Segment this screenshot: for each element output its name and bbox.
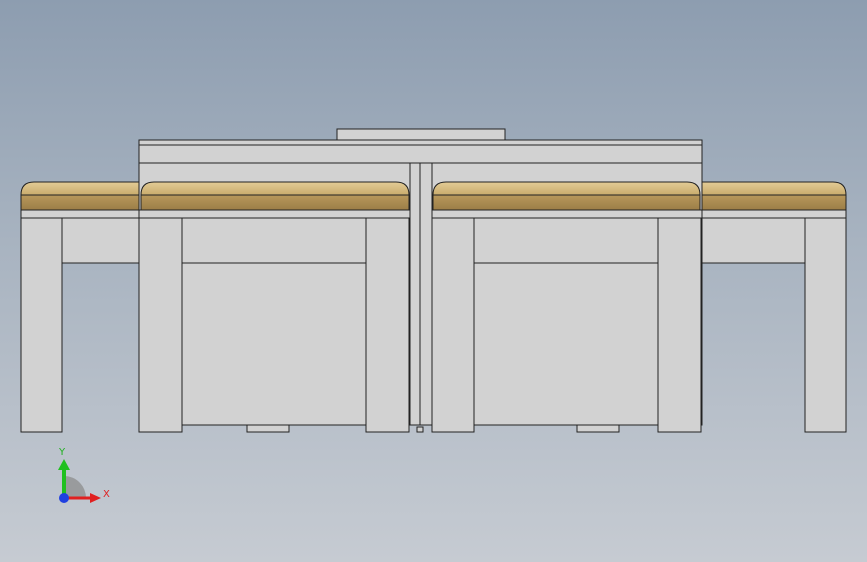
- left-cabinet-apron: [138, 209, 411, 219]
- right-stool-leg-outer: [804, 217, 847, 433]
- right-cabinet-rail: [473, 217, 659, 264]
- left-stool-leg-outer: [20, 217, 63, 433]
- right-stool-rail: [701, 217, 806, 264]
- center-divider-post: [409, 162, 433, 426]
- left-cabinet-foot: [246, 424, 290, 433]
- left-cabinet-leg-left: [138, 217, 183, 433]
- center-top-slab[interactable]: [138, 139, 703, 146]
- right-cabinet-apron: [431, 209, 703, 219]
- center-divider[interactable]: [409, 162, 433, 433]
- right-stool-cushion[interactable]: [701, 181, 847, 196]
- left-stool-cushion[interactable]: [20, 181, 140, 196]
- triad-y-label: Y: [58, 447, 66, 458]
- right-cabinet-leg-right: [657, 217, 702, 433]
- triad-z-dot-icon: [59, 493, 69, 503]
- left-stool[interactable]: [20, 209, 140, 433]
- right-cabinet-leg-left: [431, 217, 475, 433]
- center-divider-latch: [416, 426, 424, 433]
- left-cabinet-cushion[interactable]: [140, 181, 410, 196]
- left-stool-rail: [61, 217, 140, 264]
- left-stool-apron: [20, 209, 140, 219]
- center-upper-frame[interactable]: [138, 144, 703, 164]
- right-cabinet-cushion-band: [432, 194, 701, 211]
- right-stool-apron: [701, 209, 847, 219]
- left-cabinet-cushion-band: [140, 194, 410, 211]
- left-stool-cushion-band: [20, 194, 140, 211]
- triad-x-label: X: [103, 489, 110, 500]
- coordinate-triad[interactable]: Y X: [58, 447, 110, 503]
- right-stool[interactable]: [701, 209, 847, 433]
- cad-viewport[interactable]: Y X: [0, 0, 867, 562]
- right-cabinet-cushion[interactable]: [432, 181, 701, 196]
- right-stool-cushion-band: [701, 194, 847, 211]
- center-top-cap[interactable]: [336, 128, 506, 142]
- left-cabinet-rail: [181, 217, 367, 264]
- right-cabinet-foot: [576, 424, 620, 433]
- furniture-assembly[interactable]: [20, 128, 847, 433]
- left-cabinet-leg-right: [365, 217, 410, 433]
